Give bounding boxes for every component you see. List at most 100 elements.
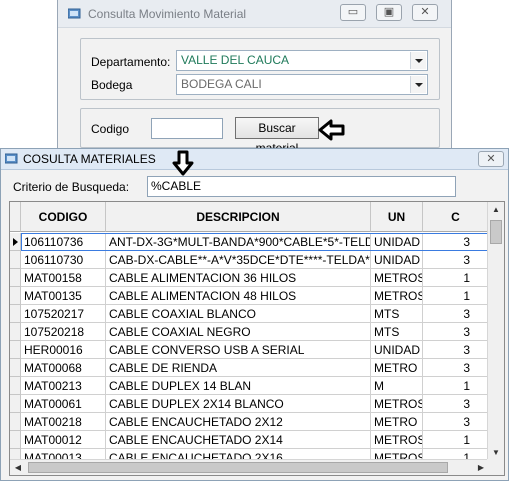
- cell-descripcion[interactable]: CABLE ENCAUCHETADO 2X12: [106, 413, 371, 431]
- horizontal-scrollbar[interactable]: ◀ ▶: [10, 459, 489, 475]
- horizontal-scroll-thumb[interactable]: [28, 462, 448, 473]
- column-header-descripcion[interactable]: DESCRIPCION: [106, 202, 371, 232]
- scroll-left-button[interactable]: ◀: [10, 460, 26, 475]
- cell-un[interactable]: MTS: [371, 323, 423, 341]
- table-row[interactable]: MAT00068 CABLE DE RIENDA METRO 3: [10, 359, 489, 377]
- movement-window-titlebar: Consulta Movimiento Material ▭ ▣ ✕: [58, 0, 451, 28]
- table-row[interactable]: MAT00213 CABLE DUPLEX 14 BLAN M 1: [10, 377, 489, 395]
- minimize-button[interactable]: ▭: [340, 4, 366, 21]
- cell-c[interactable]: 3: [423, 251, 489, 269]
- row-indicator[interactable]: [10, 431, 21, 449]
- close-button[interactable]: ✕: [478, 151, 504, 167]
- cell-codigo[interactable]: 107520217: [21, 305, 106, 323]
- table-row[interactable]: 107520218 CABLE COAXIAL NEGRO MTS 3: [10, 323, 489, 341]
- departamento-select[interactable]: VALLE DEL CAUCA: [176, 50, 428, 71]
- cell-codigo[interactable]: MAT00218: [21, 413, 106, 431]
- cell-un[interactable]: METROS: [371, 395, 423, 413]
- cell-un[interactable]: METROS: [371, 431, 423, 449]
- cell-c[interactable]: 3: [423, 395, 489, 413]
- cell-un[interactable]: UNIDAD: [371, 341, 423, 359]
- cell-c[interactable]: 1: [423, 269, 489, 287]
- cell-c[interactable]: 1: [423, 377, 489, 395]
- cell-c[interactable]: 3: [423, 323, 489, 341]
- column-header-un[interactable]: UN: [371, 202, 423, 232]
- table-row[interactable]: 106110730 CAB-DX-CABLE**-A*V*35DCE*DTE***…: [10, 251, 489, 269]
- codigo-label: Codigo: [91, 122, 130, 136]
- cell-codigo[interactable]: 107520218: [21, 323, 106, 341]
- cell-codigo[interactable]: MAT00135: [21, 287, 106, 305]
- scroll-up-button[interactable]: ▲: [488, 202, 504, 218]
- table-row[interactable]: MAT00158 CABLE ALIMENTACION 36 HILOS METRO…: [10, 269, 489, 287]
- scrollbar-corner: [487, 459, 504, 475]
- cell-descripcion[interactable]: CABLE DUPLEX 14 BLAN: [106, 377, 371, 395]
- row-indicator[interactable]: [10, 305, 21, 323]
- chevron-down-icon[interactable]: [410, 76, 426, 93]
- row-indicator[interactable]: [10, 359, 21, 377]
- column-header-c[interactable]: C: [423, 202, 489, 232]
- cell-descripcion[interactable]: CAB-DX-CABLE**-A*V*35DCE*DTE****-TELDA*: [106, 251, 371, 269]
- cell-descripcion[interactable]: CABLE ENCAUCHETADO 2X14: [106, 431, 371, 449]
- cell-un[interactable]: METRO: [371, 413, 423, 431]
- cell-codigo[interactable]: MAT00213: [21, 377, 106, 395]
- cell-descripcion[interactable]: CABLE DUPLEX 2X14 BLANCO: [106, 395, 371, 413]
- cell-c[interactable]: 3: [423, 413, 489, 431]
- table-row[interactable]: MAT00135 CABLE ALIMENTACION 48 HILOS METRO…: [10, 287, 489, 305]
- close-button[interactable]: ✕: [412, 4, 438, 21]
- cell-un[interactable]: METROS: [371, 269, 423, 287]
- cell-un[interactable]: UNIDAD: [371, 233, 423, 251]
- cell-descripcion[interactable]: CABLE COAXIAL BLANCO: [106, 305, 371, 323]
- row-indicator[interactable]: [10, 251, 21, 269]
- cell-codigo[interactable]: MAT00068: [21, 359, 106, 377]
- cell-descripcion[interactable]: CABLE DE RIENDA: [106, 359, 371, 377]
- row-indicator[interactable]: [10, 287, 21, 305]
- table-row[interactable]: MAT00012 CABLE ENCAUCHETADO 2X14 METROS 1: [10, 431, 489, 449]
- cell-c[interactable]: 3: [423, 305, 489, 323]
- cell-descripcion[interactable]: CABLE COAXIAL NEGRO: [106, 323, 371, 341]
- cell-c[interactable]: 3: [423, 359, 489, 377]
- cell-codigo[interactable]: HER00016: [21, 341, 106, 359]
- table-row[interactable]: 106110736 ANT-DX-3G*MULT-BANDA*900*CABLE*…: [10, 233, 489, 251]
- row-indicator[interactable]: [10, 413, 21, 431]
- table-row[interactable]: 107520217 CABLE COAXIAL BLANCO MTS 3: [10, 305, 489, 323]
- cell-descripcion[interactable]: ANT-DX-3G*MULT-BANDA*900*CABLE*5*-TELDA: [106, 233, 371, 251]
- criterio-input[interactable]: %CABLE: [147, 176, 456, 197]
- cell-un[interactable]: UNIDAD: [371, 251, 423, 269]
- codigo-input[interactable]: [151, 118, 223, 139]
- column-header-codigo[interactable]: CODIGO: [21, 202, 106, 232]
- cell-un[interactable]: M: [371, 377, 423, 395]
- table-row[interactable]: HER00016 CABLE CONVERSO USB A SERIAL UNIDA…: [10, 341, 489, 359]
- chevron-down-icon[interactable]: [410, 52, 426, 69]
- criterio-value: %CABLE: [151, 179, 202, 193]
- vertical-scrollbar[interactable]: ▲ ▼: [487, 202, 504, 461]
- cell-codigo[interactable]: MAT00061: [21, 395, 106, 413]
- buscar-material-button[interactable]: Buscar material: [235, 117, 319, 155]
- arrow-down-icon: [172, 150, 194, 176]
- bodega-select[interactable]: BODEGA CALI: [176, 74, 428, 95]
- materials-grid[interactable]: CODIGO DESCRIPCION UN C 106110736 ANT-DX-…: [9, 201, 505, 476]
- row-indicator[interactable]: [10, 323, 21, 341]
- cell-codigo[interactable]: MAT00158: [21, 269, 106, 287]
- cell-un[interactable]: METROS: [371, 287, 423, 305]
- maximize-button[interactable]: ▣: [376, 4, 402, 21]
- table-row[interactable]: MAT00218 CABLE ENCAUCHETADO 2X12 METRO 3: [10, 413, 489, 431]
- row-indicator[interactable]: [10, 395, 21, 413]
- cell-un[interactable]: MTS: [371, 305, 423, 323]
- cell-descripcion[interactable]: CABLE ALIMENTACION 48 HILOS: [106, 287, 371, 305]
- cell-c[interactable]: 1: [423, 431, 489, 449]
- row-indicator[interactable]: [10, 377, 21, 395]
- cell-descripcion[interactable]: CABLE CONVERSO USB A SERIAL: [106, 341, 371, 359]
- row-indicator[interactable]: [10, 269, 21, 287]
- vertical-scroll-thumb[interactable]: [490, 220, 502, 244]
- close-icon: ✕: [420, 6, 430, 18]
- cell-codigo[interactable]: 106110730: [21, 251, 106, 269]
- cell-codigo[interactable]: 106110736: [21, 233, 106, 251]
- cell-c[interactable]: 3: [423, 341, 489, 359]
- table-row[interactable]: MAT00061 CABLE DUPLEX 2X14 BLANCO METROS 3: [10, 395, 489, 413]
- cell-c[interactable]: 1: [423, 287, 489, 305]
- row-indicator[interactable]: [10, 233, 21, 251]
- cell-un[interactable]: METRO: [371, 359, 423, 377]
- cell-descripcion[interactable]: CABLE ALIMENTACION 36 HILOS: [106, 269, 371, 287]
- row-indicator[interactable]: [10, 341, 21, 359]
- cell-c[interactable]: 3: [423, 233, 489, 251]
- cell-codigo[interactable]: MAT00012: [21, 431, 106, 449]
